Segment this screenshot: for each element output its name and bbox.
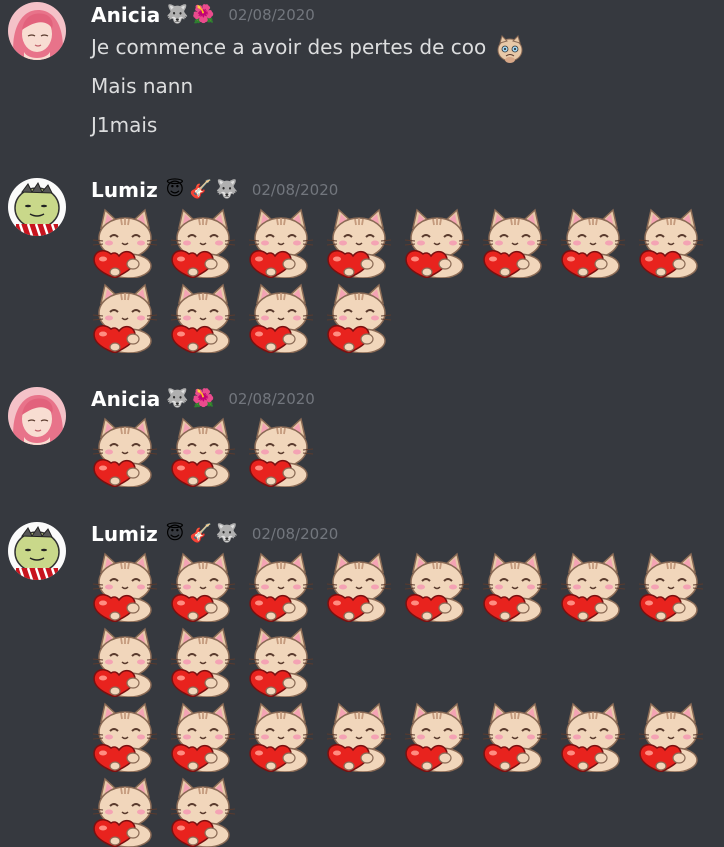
cat-heart-icon[interactable]: [325, 281, 393, 353]
wolf-icon: 🐺: [215, 179, 239, 200]
cat-heart-icon[interactable]: [91, 775, 159, 847]
cat-heart-icon[interactable]: [403, 700, 471, 772]
cat-heart-icon[interactable]: [559, 550, 627, 622]
cat-heart-icon[interactable]: [91, 625, 159, 697]
avatar[interactable]: [8, 178, 66, 236]
timestamp[interactable]: 02/08/2020: [252, 525, 338, 543]
wolf-icon: 🐺: [215, 523, 239, 544]
message-header: Anicia 🐺 🌺 02/08/2020: [91, 1, 315, 29]
worried-cat-icon[interactable]: [495, 34, 525, 64]
message-text: Je commence a avoir des pertes de coo: [91, 35, 487, 59]
cat-heart-icon[interactable]: [169, 700, 237, 772]
guitar-icon: 🎸: [189, 523, 213, 544]
timestamp[interactable]: 02/08/2020: [252, 181, 338, 199]
cat-heart-icon[interactable]: [325, 206, 393, 278]
message-line: J1mais: [91, 111, 157, 139]
cat-heart-icon[interactable]: [403, 550, 471, 622]
cat-heart-icon[interactable]: [247, 700, 315, 772]
emoji-row: [91, 206, 705, 278]
hibiscus-icon: 🌺: [192, 4, 215, 25]
timestamp[interactable]: 02/08/2020: [228, 6, 314, 24]
cat-heart-icon[interactable]: [169, 775, 237, 847]
cat-heart-icon[interactable]: [169, 550, 237, 622]
cat-heart-icon[interactable]: [559, 700, 627, 772]
message-line: Mais nann: [91, 72, 193, 100]
cat-heart-icon[interactable]: [637, 700, 705, 772]
cat-heart-icon[interactable]: [91, 281, 159, 353]
wolf-icon: 🐺: [166, 4, 189, 25]
timestamp[interactable]: 02/08/2020: [228, 390, 314, 408]
emoji-row: [91, 775, 237, 847]
emoji-row: [91, 625, 315, 697]
cat-heart-icon[interactable]: [637, 206, 705, 278]
hibiscus-icon: 🌺: [192, 388, 215, 409]
cat-heart-icon[interactable]: [247, 415, 315, 487]
angel-smile-icon: 😇: [165, 523, 185, 544]
username[interactable]: Anicia: [91, 3, 160, 27]
avatar[interactable]: [8, 387, 66, 445]
cat-heart-icon[interactable]: [91, 700, 159, 772]
username[interactable]: Anicia: [91, 387, 160, 411]
cartoon-face-avatar: [8, 178, 66, 236]
cat-heart-icon[interactable]: [91, 550, 159, 622]
cartoon-face-avatar: [8, 522, 66, 580]
cat-heart-icon[interactable]: [169, 206, 237, 278]
guitar-icon: 🎸: [189, 179, 213, 200]
cat-heart-icon[interactable]: [403, 206, 471, 278]
cat-heart-icon[interactable]: [325, 700, 393, 772]
message-header: Anicia 🐺 🌺 02/08/2020: [91, 385, 315, 413]
emoji-row: [91, 550, 705, 622]
username[interactable]: Lumiz: [91, 522, 158, 546]
angel-smile-icon: 😇: [165, 179, 185, 200]
cat-heart-icon[interactable]: [91, 415, 159, 487]
cat-heart-icon[interactable]: [481, 700, 549, 772]
message-text: J1mais: [91, 113, 158, 137]
cat-heart-icon[interactable]: [247, 550, 315, 622]
pink-hair-girl-avatar: [8, 387, 66, 445]
pink-hair-girl-avatar: [8, 2, 66, 60]
cat-heart-icon[interactable]: [169, 281, 237, 353]
cat-heart-icon[interactable]: [169, 625, 237, 697]
message-header: Lumiz 😇 🎸 🐺 02/08/2020: [91, 520, 338, 548]
cat-heart-icon[interactable]: [247, 206, 315, 278]
emoji-row: [91, 700, 705, 772]
wolf-icon: 🐺: [166, 388, 189, 409]
cat-heart-icon[interactable]: [325, 550, 393, 622]
avatar[interactable]: [8, 522, 66, 580]
emoji-row: [91, 415, 315, 487]
cat-heart-icon[interactable]: [559, 206, 627, 278]
username[interactable]: Lumiz: [91, 178, 158, 202]
cat-heart-icon[interactable]: [91, 206, 159, 278]
cat-heart-icon[interactable]: [481, 206, 549, 278]
cat-heart-icon[interactable]: [481, 550, 549, 622]
cat-heart-icon[interactable]: [247, 281, 315, 353]
emoji-row: [91, 281, 393, 353]
message-text: Mais nann: [91, 74, 194, 98]
cat-heart-icon[interactable]: [247, 625, 315, 697]
cat-heart-icon[interactable]: [637, 550, 705, 622]
message-header: Lumiz 😇 🎸 🐺 02/08/2020: [91, 176, 338, 204]
cat-heart-icon[interactable]: [169, 415, 237, 487]
message-line: Je commence a avoir des pertes de coo: [91, 33, 525, 61]
avatar[interactable]: [8, 2, 66, 60]
